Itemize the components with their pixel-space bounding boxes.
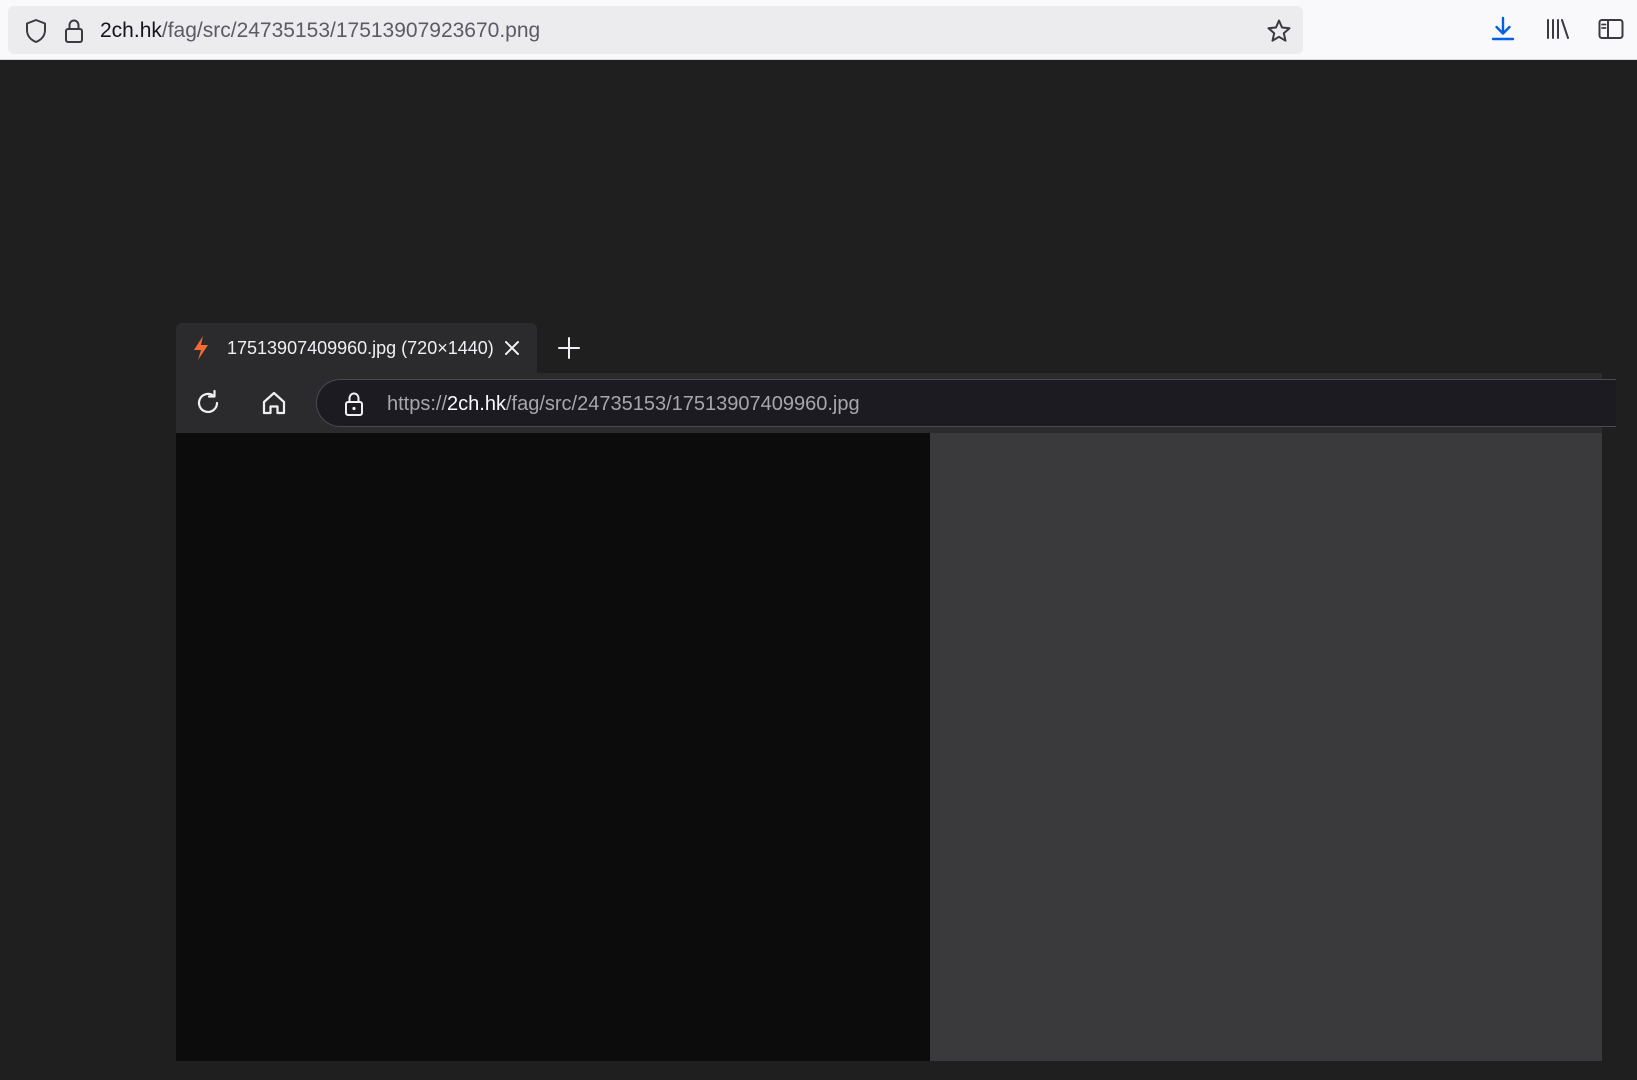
sidebar-icon[interactable] xyxy=(1596,14,1626,44)
browser-toolbar: 2ch.hk/fag/src/24735153/17513907923670.p… xyxy=(0,0,1637,60)
tab-strip: 17513907409960.jpg (720×1440) xyxy=(176,323,1602,373)
reload-icon[interactable] xyxy=(193,388,223,418)
inner-url-text[interactable]: https://2ch.hk/fag/src/24735153/17513907… xyxy=(387,393,860,415)
lock-icon xyxy=(343,391,367,417)
download-icon[interactable] xyxy=(1488,14,1518,44)
navigation-bar: https://2ch.hk/fag/src/24735153/17513907… xyxy=(176,373,1616,433)
library-icon[interactable] xyxy=(1543,14,1573,44)
tab-title: 17513907409960.jpg (720×1440) xyxy=(227,338,494,358)
url-path: /fag/src/24735153/17513907923670.png xyxy=(161,19,541,42)
url-host: 2ch.hk xyxy=(100,19,162,42)
image-viewer-area xyxy=(176,433,1602,1061)
inner-url-scheme: https:// xyxy=(387,393,448,415)
new-tab-plus-icon[interactable] xyxy=(556,335,582,361)
lightning-icon xyxy=(190,335,214,361)
close-icon[interactable] xyxy=(502,338,522,358)
url-text[interactable]: 2ch.hk/fag/src/24735153/17513907923670.p… xyxy=(100,19,540,43)
lock-icon[interactable] xyxy=(61,18,87,44)
home-icon[interactable] xyxy=(259,388,289,418)
bookmark-star-icon[interactable] xyxy=(1265,17,1293,45)
inner-address-bar[interactable]: https://2ch.hk/fag/src/24735153/17513907… xyxy=(316,379,1616,427)
inner-url-host: 2ch.hk xyxy=(447,393,506,415)
shield-icon[interactable] xyxy=(23,18,49,44)
inner-url-path: /fag/src/24735153/17513907409960.jpg xyxy=(505,393,860,415)
embedded-browser-screenshot: 17513907409960.jpg (720×1440) https://2c… xyxy=(176,323,1616,1061)
address-bar[interactable]: 2ch.hk/fag/src/24735153/17513907923670.p… xyxy=(8,6,1303,54)
photo-placeholder xyxy=(930,433,1602,1061)
active-tab[interactable]: 17513907409960.jpg (720×1440) xyxy=(176,323,537,373)
